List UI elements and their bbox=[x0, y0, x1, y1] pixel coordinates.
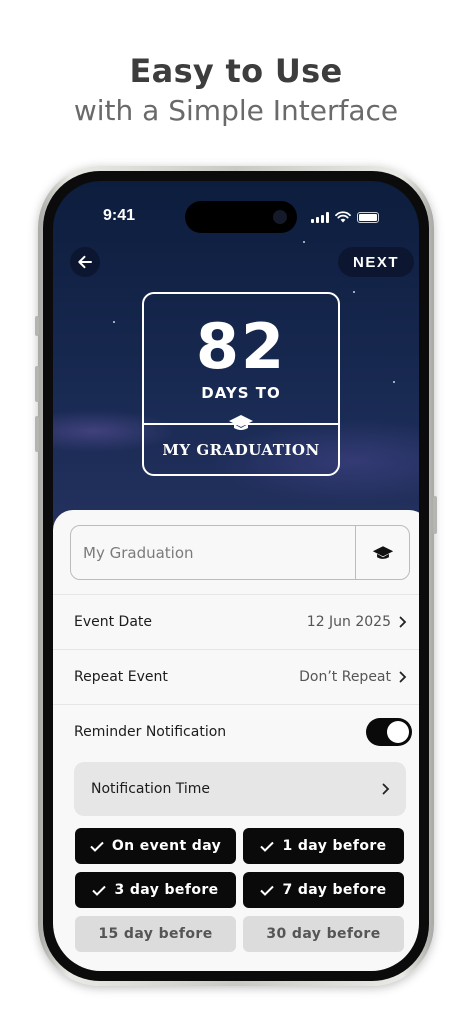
graduation-cap-icon bbox=[372, 545, 393, 559]
graduation-cap-icon bbox=[227, 410, 255, 436]
wifi-icon bbox=[335, 211, 351, 223]
reminder-option-1-day-before[interactable]: 1 day before bbox=[243, 828, 404, 864]
checkmark-icon bbox=[260, 841, 275, 852]
checkmark-icon bbox=[92, 885, 107, 896]
reminder-option-15-day-before[interactable]: 15 day before bbox=[75, 916, 236, 952]
event-date-row[interactable]: Event Date 12 Jun 2025 bbox=[53, 594, 419, 649]
event-date-label: Event Date bbox=[74, 614, 153, 630]
dynamic-island bbox=[185, 201, 297, 233]
event-name-field bbox=[70, 525, 410, 580]
countdown-event-title: MY GRADUATION bbox=[162, 441, 320, 459]
days-to-label: DAYS TO bbox=[201, 384, 281, 402]
checkmark-icon bbox=[90, 841, 104, 852]
reminder-notification-row: Reminder Notification bbox=[53, 704, 419, 759]
days-count: 82 bbox=[195, 310, 287, 383]
status-icons bbox=[311, 211, 379, 223]
notification-time-button[interactable]: Notification Time bbox=[74, 762, 406, 816]
repeat-event-row[interactable]: Repeat Event Don’t Repeat bbox=[53, 649, 419, 704]
reminder-option-on-event-day[interactable]: On event day bbox=[75, 828, 236, 864]
event-name-input[interactable] bbox=[71, 526, 356, 579]
back-button[interactable] bbox=[70, 247, 100, 277]
repeat-event-value: Don’t Repeat bbox=[299, 669, 391, 685]
repeat-event-label: Repeat Event bbox=[74, 669, 168, 685]
battery-icon bbox=[357, 211, 379, 223]
countdown-card: 82 DAYS TO MY GRADUATION bbox=[142, 292, 340, 476]
reminder-option-label: 7 day before bbox=[282, 882, 387, 898]
notification-time-label: Notification Time bbox=[91, 781, 211, 797]
reminder-option-label: 1 day before bbox=[282, 838, 387, 854]
reminder-toggle[interactable] bbox=[366, 718, 412, 746]
app-screen: 9:41 NEXT 82 DAYS TO MY GRADUATION My Gr… bbox=[53, 181, 419, 971]
headline: Easy to Use bbox=[129, 52, 343, 90]
reminder-option-30-day-before[interactable]: 30 day before bbox=[243, 916, 404, 952]
cellular-signal-icon bbox=[311, 211, 329, 223]
phone-frame: 9:41 NEXT 82 DAYS TO MY GRADUATION My Gr… bbox=[35, 166, 437, 986]
reminder-option-7-day-before[interactable]: 7 day before bbox=[243, 872, 404, 908]
status-time: 9:41 bbox=[103, 207, 136, 224]
event-date-value: 12 Jun 2025 bbox=[306, 614, 391, 630]
reminder-option-3-day-before[interactable]: 3 day before bbox=[75, 872, 236, 908]
chevron-right-icon bbox=[399, 616, 407, 628]
chevron-right-icon bbox=[382, 783, 390, 795]
chevron-right-icon bbox=[399, 671, 407, 683]
subheadline: with a Simple Interface bbox=[73, 94, 399, 127]
arrow-left-icon bbox=[78, 255, 92, 269]
reminder-option-label: 15 day before bbox=[98, 926, 213, 942]
event-icon-button[interactable] bbox=[355, 526, 409, 579]
reminder-notification-label: Reminder Notification bbox=[74, 724, 227, 740]
next-button[interactable]: NEXT bbox=[338, 247, 414, 277]
reminder-option-label: 30 day before bbox=[266, 926, 381, 942]
checkmark-icon bbox=[260, 885, 275, 896]
settings-sheet: Event Date 12 Jun 2025 Repeat Event Don’… bbox=[53, 510, 419, 971]
reminder-option-label: 3 day before bbox=[114, 882, 219, 898]
reminder-option-label: On event day bbox=[111, 838, 222, 854]
